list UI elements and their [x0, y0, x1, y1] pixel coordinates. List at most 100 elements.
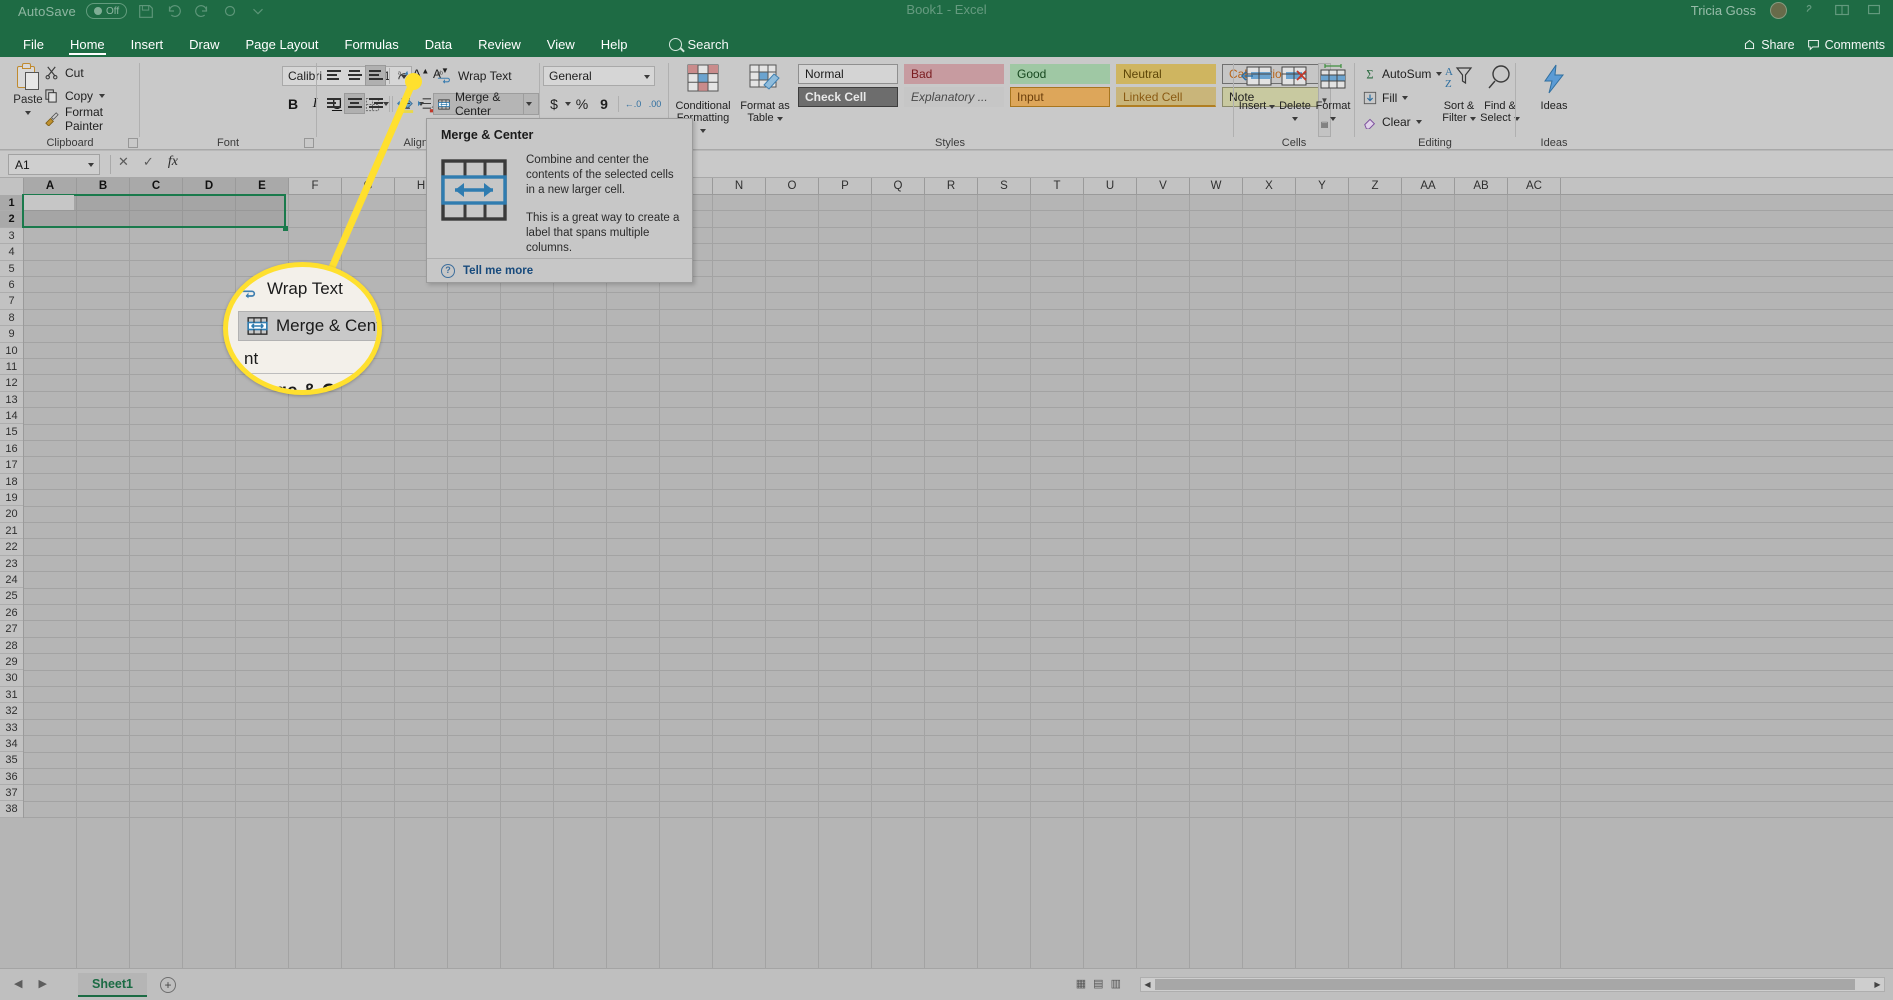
row-header-16[interactable]: 16	[0, 441, 23, 458]
tab-formulas[interactable]: Formulas	[332, 32, 412, 57]
undo-icon[interactable]	[165, 2, 183, 20]
column-header-Y[interactable]: Y	[1296, 178, 1349, 195]
row-header-24[interactable]: 24	[0, 572, 23, 589]
fill-caret[interactable]	[1402, 95, 1409, 100]
tab-view[interactable]: View	[534, 32, 588, 57]
format-cells-button[interactable]: Format	[1314, 63, 1352, 124]
cell-style-input[interactable]: Input	[1010, 87, 1110, 107]
delete-cells-button[interactable]: Delete	[1276, 63, 1314, 124]
ideas-button[interactable]: Ideas	[1526, 63, 1582, 112]
row-header-14[interactable]: 14	[0, 408, 23, 425]
row-header-9[interactable]: 9	[0, 326, 23, 343]
row-header-20[interactable]: 20	[0, 506, 23, 523]
fill-handle[interactable]	[283, 226, 288, 231]
check-icon[interactable]: ✓	[143, 154, 154, 170]
row-header-17[interactable]: 17	[0, 457, 23, 474]
row-header-6[interactable]: 6	[0, 277, 23, 294]
clipboard-dialog-launcher[interactable]	[128, 138, 138, 148]
merge-center-dropdown[interactable]	[523, 93, 534, 115]
row-header-19[interactable]: 19	[0, 490, 23, 507]
cell-style-linked-cell[interactable]: Linked Cell	[1116, 87, 1216, 107]
paste-button[interactable]: Paste	[10, 63, 46, 118]
active-cell[interactable]	[24, 195, 74, 210]
clear-button[interactable]: Clear	[1363, 112, 1422, 131]
tab-draw[interactable]: Draw	[176, 32, 232, 57]
row-header-28[interactable]: 28	[0, 638, 23, 654]
column-header-W[interactable]: W	[1190, 178, 1243, 195]
customize-qat-icon[interactable]	[249, 2, 267, 20]
insert-caret[interactable]	[1269, 105, 1276, 109]
column-header-B[interactable]: B	[77, 178, 130, 195]
insert-cells-button[interactable]: Insert	[1238, 63, 1276, 112]
column-header-D[interactable]: D	[183, 178, 236, 195]
row-header-22[interactable]: 22	[0, 539, 23, 556]
column-header-AC[interactable]: AC	[1508, 178, 1561, 195]
avatar[interactable]	[1770, 1, 1787, 19]
font-dialog-launcher[interactable]	[304, 138, 314, 148]
align-left-button[interactable]	[323, 93, 344, 114]
column-header-N[interactable]: N	[713, 178, 766, 195]
row-header-12[interactable]: 12	[0, 375, 23, 392]
column-header-T[interactable]: T	[1031, 178, 1084, 195]
column-header-AA[interactable]: AA	[1402, 178, 1455, 195]
cell-style-bad[interactable]: Bad	[904, 64, 1004, 84]
share-button[interactable]: Share	[1743, 38, 1795, 52]
tab-help[interactable]: Help	[588, 32, 641, 57]
row-header-37[interactable]: 37	[0, 785, 23, 802]
align-middle-button[interactable]	[344, 65, 365, 86]
row-header-2[interactable]: 2	[0, 211, 23, 228]
row-header-35[interactable]: 35	[0, 752, 23, 769]
tab-data[interactable]: Data	[412, 32, 465, 57]
column-header-F[interactable]: F	[289, 178, 342, 195]
row-header-13[interactable]: 13	[0, 392, 23, 409]
tab-insert[interactable]: Insert	[118, 32, 177, 57]
touch-mode-icon[interactable]	[221, 2, 239, 20]
column-header-A[interactable]: A	[24, 178, 77, 195]
conditional-formatting-caret[interactable]	[700, 129, 706, 133]
row-header-10[interactable]: 10	[0, 343, 23, 359]
row-header-3[interactable]: 3	[0, 228, 23, 245]
column-header-C[interactable]: C	[130, 178, 183, 195]
sheet-nav-arrows[interactable]: ◀ ▶	[14, 977, 47, 990]
search-input[interactable]: Search	[688, 37, 729, 52]
name-box-caret[interactable]	[88, 163, 94, 167]
column-header-Q[interactable]: Q	[872, 178, 925, 195]
row-header-30[interactable]: 30	[0, 670, 23, 687]
column-header-S[interactable]: S	[978, 178, 1031, 195]
wrap-text-button[interactable]: ab Wrap Text	[437, 65, 512, 87]
row-header-32[interactable]: 32	[0, 703, 23, 720]
autosum-button[interactable]: Σ AutoSum	[1363, 64, 1443, 83]
number-format-select[interactable]: General	[543, 66, 655, 86]
name-box[interactable]: A1	[8, 154, 100, 175]
sort-filter-button[interactable]: AZ Sort & Filter	[1439, 63, 1479, 124]
row-header-4[interactable]: 4	[0, 244, 23, 261]
row-header-18[interactable]: 18	[0, 474, 23, 491]
row-header-23[interactable]: 23	[0, 556, 23, 572]
row-header-21[interactable]: 21	[0, 523, 23, 540]
row-header-25[interactable]: 25	[0, 588, 23, 605]
format-as-table-caret[interactable]	[776, 117, 783, 121]
row-header-26[interactable]: 26	[0, 605, 23, 622]
row-header-15[interactable]: 15	[0, 424, 23, 441]
column-header-V[interactable]: V	[1137, 178, 1190, 195]
plus-icon[interactable]: +	[160, 977, 176, 993]
scroll-left-icon[interactable]: ◀	[1141, 978, 1154, 991]
bold-button[interactable]: B	[282, 93, 304, 115]
redo-icon[interactable]	[193, 2, 211, 20]
column-header-Z[interactable]: Z	[1349, 178, 1402, 195]
row-header-33[interactable]: 33	[0, 720, 23, 736]
ribbon-display-icon[interactable]	[1833, 1, 1851, 19]
tab-page-layout[interactable]: Page Layout	[233, 32, 332, 57]
autosave-toggle[interactable]: Off	[85, 3, 128, 19]
align-center-button[interactable]	[344, 93, 365, 114]
sheet-tab-sheet1[interactable]: Sheet1	[78, 973, 147, 997]
merge-center-button[interactable]: Merge & Center	[433, 90, 539, 118]
left-arrow-icon[interactable]: ◀	[14, 977, 22, 990]
format-as-table-button[interactable]: Format as Table	[737, 63, 793, 124]
decrease-decimal-button[interactable]: .00	[644, 93, 666, 115]
column-header-AB[interactable]: AB	[1455, 178, 1508, 195]
format-caret[interactable]	[1330, 117, 1336, 121]
cancel-icon[interactable]: ✕	[118, 154, 129, 170]
scrollbar-thumb[interactable]	[1155, 979, 1855, 990]
sort-filter-caret[interactable]	[1469, 117, 1476, 121]
